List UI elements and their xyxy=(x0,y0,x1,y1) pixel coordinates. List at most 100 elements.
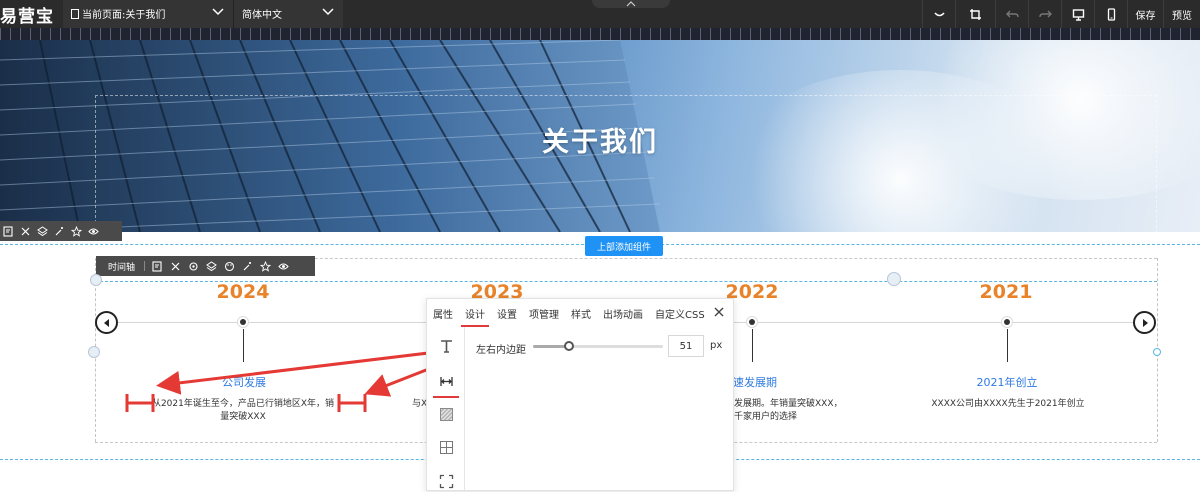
desktop-view-button[interactable] xyxy=(1061,0,1094,28)
layers-icon[interactable] xyxy=(206,260,217,272)
event-description: 从2021年诞生至今，产品已行销地区X年，销量突破XXX xyxy=(151,399,335,422)
resize-handle[interactable] xyxy=(1153,348,1161,356)
horizontal-padding-label: 左右内边距 xyxy=(476,345,526,356)
timeline-stem xyxy=(752,329,753,362)
timeline-year: 2021 xyxy=(979,281,1033,303)
eye-icon[interactable] xyxy=(88,226,99,237)
star-icon[interactable] xyxy=(260,260,272,272)
redo-icon xyxy=(1038,10,1052,17)
chevron-up-icon xyxy=(626,1,636,7)
mobile-view-button[interactable] xyxy=(1094,0,1127,28)
design-panel: 属性 设计 设置 项管理 样式 出场动画 自定义CSS 左右内边距 51 px xyxy=(426,298,734,492)
arrow-left-icon xyxy=(103,318,109,327)
text-icon xyxy=(440,339,452,353)
horizontal-padding-input[interactable]: 51 xyxy=(668,335,704,357)
margin-tool[interactable] xyxy=(435,470,457,492)
palette-icon[interactable] xyxy=(224,261,235,272)
timeline-stem xyxy=(1007,329,1008,362)
preview-label: 预览 xyxy=(1172,10,1192,22)
horizontal-padding-slider[interactable] xyxy=(533,341,663,351)
save-button[interactable]: 保存 xyxy=(1127,0,1163,28)
timeline-node xyxy=(237,316,249,328)
slider-thumb[interactable] xyxy=(564,341,575,351)
collapse-button[interactable] xyxy=(922,0,955,28)
redo-button[interactable] xyxy=(1028,0,1061,28)
desktop-icon xyxy=(1072,8,1084,21)
save-label: 保存 xyxy=(1135,10,1156,22)
tab-custom-css[interactable]: 自定义CSS xyxy=(655,306,705,321)
padding-marker-icon xyxy=(337,394,367,412)
width-handle[interactable] xyxy=(88,346,100,358)
magic-icon[interactable] xyxy=(54,226,65,237)
settings-icon[interactable] xyxy=(188,261,199,272)
app-logo: 易营宝 xyxy=(0,7,54,27)
collapse-icon xyxy=(933,11,945,16)
resize-handle[interactable] xyxy=(90,274,102,286)
padding-icon xyxy=(439,376,453,386)
padding-marker-icon xyxy=(125,394,155,412)
top-toolbar: 易营宝 当前页面:关于我们 简体中文 保存 预览 xyxy=(0,0,1200,28)
edit-image-icon[interactable] xyxy=(3,225,14,237)
text-tool[interactable] xyxy=(435,335,457,357)
timeline-node xyxy=(1001,316,1013,328)
tab-animation[interactable]: 出场动画 xyxy=(603,306,643,321)
tab-design[interactable]: 设计 xyxy=(461,306,489,327)
arrow-right-icon xyxy=(1142,318,1148,327)
border-tool[interactable] xyxy=(435,436,457,458)
crop-icon xyxy=(970,8,981,20)
layers-icon[interactable] xyxy=(37,225,48,237)
timeline-toolbar: 时间轴 xyxy=(96,256,315,276)
close-icon[interactable] xyxy=(713,306,725,318)
event-description: 发展期。年销量突破XXX，千家用户的选择 xyxy=(734,399,843,422)
event-title: 公司发展 xyxy=(222,376,266,389)
chevron-down-icon xyxy=(322,8,334,16)
margin-icon xyxy=(439,474,453,488)
collapse-toolbar-tab[interactable] xyxy=(592,0,670,8)
tools-icon[interactable] xyxy=(20,226,31,237)
timeline-year: 2024 xyxy=(216,281,270,303)
magic-icon[interactable] xyxy=(242,261,253,272)
tools-icon[interactable] xyxy=(170,261,181,272)
background-icon xyxy=(439,407,453,421)
current-page-label: 当前页面:关于我们 xyxy=(82,10,166,21)
event-description: XXXX公司由XXXX先生于2021年创立 xyxy=(931,399,1085,409)
add-component-button[interactable]: 上部添加组件 xyxy=(585,236,663,256)
unit-label: px xyxy=(710,340,723,351)
undo-icon xyxy=(1005,10,1019,17)
tab-style[interactable]: 样式 xyxy=(571,306,591,321)
background-tool[interactable] xyxy=(435,403,457,425)
preview-button[interactable]: 预览 xyxy=(1163,0,1200,28)
crop-button[interactable] xyxy=(955,0,995,28)
border-icon xyxy=(439,440,453,454)
event-title: 2021年创立 xyxy=(976,376,1038,389)
timeline-node xyxy=(746,316,758,328)
mobile-icon xyxy=(1107,7,1115,21)
banner-image[interactable]: 关于我们 xyxy=(0,40,1200,232)
panel-side-tools xyxy=(427,327,465,492)
timeline-toolbar-label: 时间轴 xyxy=(108,262,136,273)
prev-arrow-button[interactable] xyxy=(95,311,118,334)
chevron-down-icon xyxy=(212,8,224,16)
edit-icon[interactable] xyxy=(152,260,163,272)
horizontal-ruler xyxy=(0,28,1200,40)
banner-content-outline xyxy=(95,95,1157,232)
banner-title: 关于我们 xyxy=(542,127,658,158)
tab-item-management[interactable]: 项管理 xyxy=(529,306,559,321)
timeline-stem xyxy=(243,329,244,362)
padding-tool[interactable] xyxy=(433,370,459,398)
page-doc-icon xyxy=(71,9,79,19)
language-select[interactable]: 简体中文 xyxy=(233,0,343,28)
undo-button[interactable] xyxy=(995,0,1028,28)
toolbar-separator xyxy=(144,261,146,271)
panel-tabs: 属性 设计 设置 项管理 样式 出场动画 自定义CSS xyxy=(427,299,733,327)
language-label: 简体中文 xyxy=(242,10,282,21)
next-arrow-button[interactable] xyxy=(1133,311,1156,334)
tab-settings[interactable]: 设置 xyxy=(497,306,517,321)
event-title: 速发展期 xyxy=(733,376,777,389)
banner-toolbar xyxy=(0,221,122,241)
height-handle[interactable] xyxy=(887,272,901,286)
tab-attributes[interactable]: 属性 xyxy=(433,306,453,321)
current-page-select[interactable]: 当前页面:关于我们 xyxy=(63,0,233,28)
star-icon[interactable] xyxy=(71,225,82,237)
eye-icon[interactable] xyxy=(278,261,289,272)
